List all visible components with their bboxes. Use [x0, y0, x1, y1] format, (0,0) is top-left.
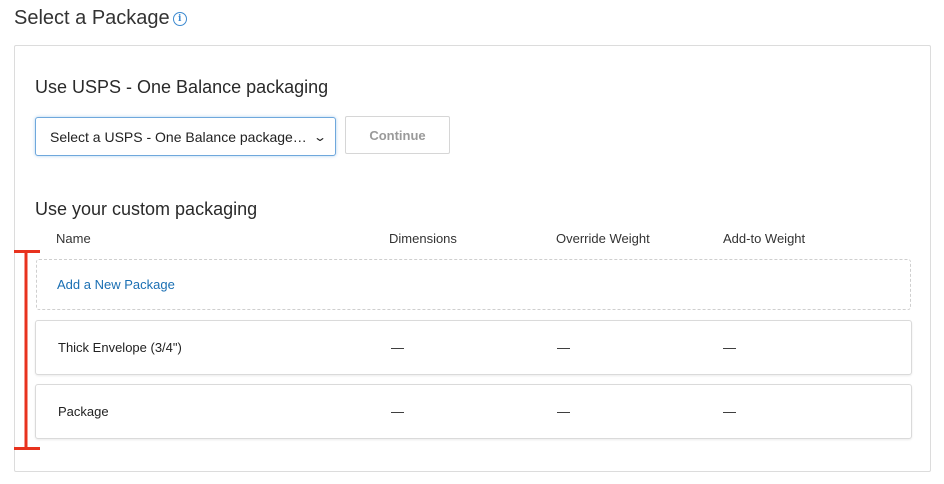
column-header-dimensions: Dimensions	[389, 231, 457, 246]
usps-package-select-value: Select a USPS - One Balance package…	[50, 128, 307, 145]
page-title: Select a Package i	[14, 7, 187, 30]
package-override-weight: —	[557, 340, 570, 355]
column-header-override-weight: Override Weight	[556, 231, 650, 246]
package-override-weight: —	[557, 404, 570, 419]
package-name: Thick Envelope (3/4")	[58, 340, 182, 355]
info-icon[interactable]: i	[172, 12, 187, 26]
custom-heading: Use your custom packaging	[35, 199, 258, 219]
red-bracket-annotation	[14, 250, 40, 450]
package-name: Package	[58, 404, 109, 419]
continue-button[interactable]: Continue	[345, 116, 450, 154]
column-header-add-to-weight: Add-to Weight	[723, 231, 806, 246]
usps-package-select[interactable]: Select a USPS - One Balance package… ⌄	[35, 117, 336, 156]
package-dimensions: —	[391, 404, 404, 419]
page-title-text: Select a Package	[14, 7, 170, 29]
package-row[interactable]: Thick Envelope (3/4") — — —	[35, 320, 912, 375]
package-add-to-weight: —	[723, 404, 736, 419]
package-dimensions: —	[391, 340, 404, 355]
package-add-to-weight: —	[723, 340, 736, 355]
column-header-name: Name	[56, 231, 91, 246]
package-panel: Use USPS - One Balance packaging Select …	[14, 45, 931, 472]
usps-heading: Use USPS - One Balance packaging	[35, 77, 329, 97]
package-row[interactable]: Package — — —	[35, 384, 912, 439]
add-new-package-link[interactable]: Add a New Package	[57, 277, 175, 292]
add-package-row: Add a New Package	[36, 259, 911, 310]
chevron-down-icon: ⌄	[312, 129, 328, 144]
